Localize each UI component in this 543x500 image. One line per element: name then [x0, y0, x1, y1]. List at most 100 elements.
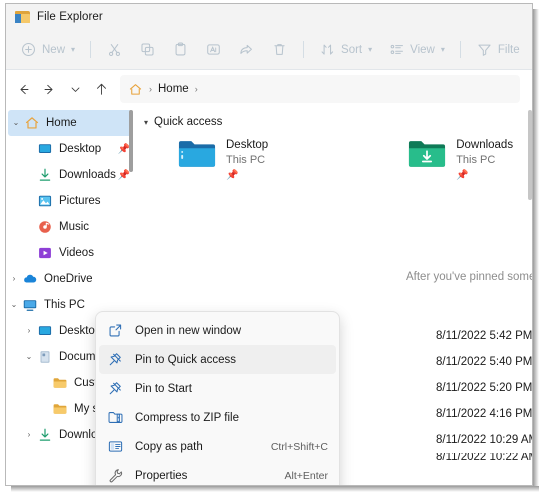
- forward-button[interactable]: [36, 76, 62, 102]
- toolbar-separator-1: [90, 41, 92, 58]
- navigation-bar: › Home ›: [6, 70, 532, 108]
- folder-icon: [15, 10, 30, 23]
- quick-access-tiles: Desktop This PC 📌 Downloads This PC �: [134, 132, 532, 181]
- date-cell: 8/11/2022 5:42 PM: [436, 330, 532, 342]
- sidebar-item-label: Videos: [59, 247, 94, 259]
- download-icon: [39, 168, 51, 181]
- zip-icon: [108, 412, 123, 423]
- download-icon: [37, 167, 53, 183]
- filter-button-label: Filte: [497, 43, 520, 56]
- sidebar-item-label: Desktop: [59, 143, 102, 155]
- folder-icon: [52, 375, 68, 391]
- scissors-icon: [109, 44, 121, 57]
- up-button[interactable]: [88, 76, 114, 102]
- recent-locations-button[interactable]: [62, 76, 88, 102]
- zip-icon: [107, 409, 124, 426]
- context-menu-item-copy-as-path[interactable]: Copy as path Ctrl+Shift+C: [99, 432, 336, 461]
- sidebar-item-label: This PC: [44, 299, 85, 311]
- address-bar[interactable]: › Home ›: [120, 75, 520, 103]
- context-menu-item-compress-to-zip-file[interactable]: Compress to ZIP file: [99, 403, 336, 432]
- window-title: File Explorer: [37, 10, 103, 23]
- chevron-right-icon[interactable]: ›: [21, 327, 37, 335]
- sort-icon: [321, 44, 334, 55]
- chevron-down-icon: ▾: [144, 117, 149, 127]
- context-menu-item-open-in-new-window[interactable]: Open in new window: [99, 316, 336, 345]
- sidebar-scrollbar-thumb[interactable]: [129, 110, 133, 172]
- context-menu-item-pin-to-quick-access[interactable]: Pin to Quick access: [99, 345, 336, 374]
- context-menu-item-pin-to-start[interactable]: Pin to Start: [99, 374, 336, 403]
- copy-path-icon: [108, 441, 123, 452]
- window-shadow-bottom: [11, 486, 539, 492]
- videos-icon: [37, 245, 53, 261]
- pin-icon: 📌: [456, 169, 469, 181]
- chevron-down-icon[interactable]: ⌄: [8, 119, 24, 127]
- date-cell: 8/11/2022 10:29 AM: [436, 434, 532, 446]
- command-toolbar: New ▾ Sort ▾ View ▾ Filte: [6, 30, 532, 70]
- context-menu-item-properties[interactable]: Properties Alt+Enter: [99, 461, 336, 485]
- tile-downloads-name: Downloads: [456, 139, 514, 151]
- tile-desktop-sub: This PC: [226, 154, 266, 167]
- cut-button[interactable]: [98, 36, 131, 64]
- sort-button[interactable]: Sort ▾: [311, 36, 380, 64]
- rename-button[interactable]: [197, 36, 230, 64]
- pin-icon: [107, 351, 124, 368]
- tile-downloads[interactable]: Downloads This PC 📌: [408, 138, 513, 181]
- toolbar-separator-3: [459, 41, 461, 58]
- sidebar-item-onedrive-6[interactable]: › OneDrive: [6, 266, 134, 292]
- chevron-down-icon[interactable]: ⌄: [21, 353, 37, 361]
- quick-access-label: Quick access: [154, 116, 223, 128]
- chevron-down-icon: [71, 87, 79, 92]
- context-menu-item-label: Copy as path: [135, 440, 203, 453]
- back-button[interactable]: [10, 76, 36, 102]
- plus-circle-icon: [22, 43, 35, 56]
- breadcrumb-separator-1: ›: [149, 84, 152, 94]
- breadcrumb-home[interactable]: Home: [158, 83, 189, 95]
- cloud-icon: [22, 271, 38, 287]
- sidebar-item-pictures-3[interactable]: Pictures: [6, 188, 134, 214]
- home-icon: [129, 83, 142, 95]
- context-menu-item-accelerator: Ctrl+Shift+C: [270, 440, 328, 453]
- paste-button[interactable]: [164, 36, 197, 64]
- videos-icon: [39, 247, 51, 259]
- window-shadow-right: [533, 9, 539, 492]
- chevron-right-icon[interactable]: ›: [6, 275, 22, 283]
- desktop-icon: [38, 144, 52, 153]
- delete-button[interactable]: [263, 36, 296, 64]
- chevron-right-icon[interactable]: ›: [21, 431, 37, 439]
- title-bar: File Explorer: [6, 4, 532, 30]
- new-button[interactable]: New ▾: [12, 36, 83, 64]
- chevron-down-icon: ▾: [440, 45, 445, 54]
- folder-icon: [53, 404, 67, 414]
- view-button[interactable]: View ▾: [380, 36, 453, 64]
- folder-icon: [52, 401, 68, 417]
- context-menu-item-label: Compress to ZIP file: [135, 411, 239, 424]
- context-menu-item-label: Pin to Quick access: [135, 353, 236, 366]
- share-icon: [240, 44, 252, 54]
- tile-downloads-sub: This PC: [456, 154, 496, 167]
- sidebar-item-home-0[interactable]: ⌄ Home: [8, 110, 132, 136]
- music-icon: [37, 219, 53, 235]
- context-menu-item-label: Properties: [135, 469, 188, 482]
- context-menu-item-accelerator: Alt+Enter: [284, 469, 328, 482]
- content-scrollbar-thumb[interactable]: [528, 110, 532, 200]
- wrench-icon: [107, 467, 124, 484]
- home-icon: [24, 115, 40, 131]
- copy-button[interactable]: [131, 36, 164, 64]
- quick-access-group-header[interactable]: ▾ Quick access: [134, 108, 532, 132]
- sidebar-item-videos-5[interactable]: Videos: [6, 240, 134, 266]
- sidebar-item-music-4[interactable]: Music: [6, 214, 134, 240]
- toolbar-separator-2: [303, 41, 305, 58]
- tile-desktop[interactable]: Desktop This PC 📌: [178, 138, 268, 181]
- pc-icon: [22, 297, 38, 313]
- pictures-icon: [37, 193, 53, 209]
- pictures-icon: [38, 195, 52, 207]
- chevron-down-icon[interactable]: ⌄: [6, 301, 22, 309]
- sidebar-item-desktop-1[interactable]: Desktop 📌: [6, 136, 134, 162]
- download-icon: [37, 427, 53, 443]
- filter-button[interactable]: Filte: [468, 36, 528, 64]
- copy-icon: [141, 43, 154, 56]
- share-button[interactable]: [230, 36, 263, 64]
- pin-icon: [109, 353, 121, 366]
- content-scrollbar[interactable]: [528, 108, 532, 485]
- sidebar-item-downloads-2[interactable]: Downloads 📌: [6, 162, 134, 188]
